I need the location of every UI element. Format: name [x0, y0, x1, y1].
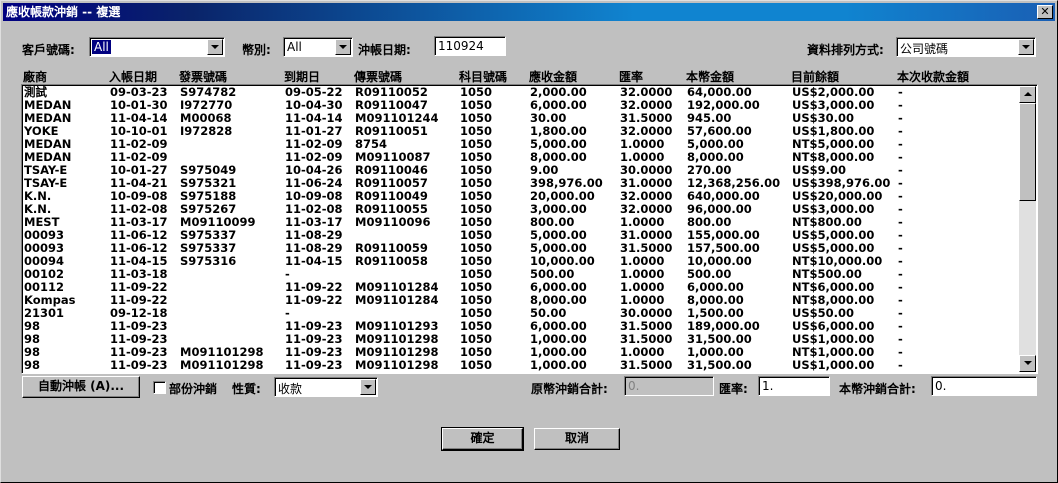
table-row[interactable]: 98 11-09-23 M091101298 11-09-23 M091101298 10… [24, 359, 1019, 372]
title-bar[interactable]: 應收帳款沖銷 -- 複選 ✕ [3, 3, 1055, 21]
auto-writeoff-button[interactable]: 自動沖帳 (A)... [22, 376, 140, 398]
table-row[interactable]: K.N. 11-02-08 S975267 11-02-08 R09110055 1050… [24, 203, 1019, 216]
local-total-field[interactable]: 0. [931, 376, 1037, 396]
chevron-down-icon[interactable] [1018, 39, 1034, 55]
header-account[interactable]: 科目號碼 [459, 68, 507, 85]
chevron-down-icon[interactable] [360, 379, 376, 395]
cell-voucher: M091101298 [355, 358, 439, 372]
currency-value: All [287, 40, 302, 54]
cell-invoice: S975316 [180, 254, 237, 268]
nature-combo[interactable]: 收款 [274, 377, 378, 397]
header-invoice[interactable]: 發票號碼 [179, 68, 227, 85]
orig-total-field: 0. [624, 376, 714, 396]
table-header: 廠商 入帳日期 發票號碼 到期日 傳票號碼 科目號碼 應收金額 匯率 本幣金額 … [23, 68, 1023, 85]
cell-due-date: 11-04-15 [285, 254, 343, 268]
table-row[interactable]: MEDAN 11-02-09 11-02-09 M09110087 1050 8,000.… [24, 151, 1019, 164]
rate-label: 匯率: [719, 382, 748, 396]
close-icon: ✕ [1040, 5, 1050, 18]
cell-vendor: 98 [24, 358, 41, 372]
header-receivable[interactable]: 應收金額 [529, 68, 577, 85]
table-body: 測試 09-03-23 S974782 09-05-22 R09110052 1050 2,… [24, 86, 1019, 372]
header-voucher[interactable]: 傳票號碼 [354, 68, 402, 85]
sort-label: 資料排列方式: [807, 43, 884, 57]
cell-voucher: R09110058 [355, 254, 428, 268]
chevron-down-icon[interactable] [335, 39, 351, 55]
cell-invoice: I972828 [180, 124, 233, 138]
cell-local-amount: 31,500.00 [687, 358, 752, 372]
cell-due-date: 11-09-22 [285, 293, 343, 307]
dialog-window: 應收帳款沖銷 -- 複選 ✕ 客戶號碼: All 幣別: All 沖帳日期: 1… [0, 0, 1058, 483]
cell-voucher: M09110096 [355, 215, 431, 229]
scroll-thumb[interactable] [1019, 103, 1036, 201]
customer-label: 客戶號碼: [22, 43, 75, 57]
local-total-label: 本幣沖銷合計: [839, 382, 916, 396]
date-label: 沖帳日期: [358, 43, 411, 57]
cell-invoice: M091101298 [180, 358, 264, 372]
window-title: 應收帳款沖銷 -- 複選 [6, 5, 121, 19]
cell-account: 1050 [460, 358, 493, 372]
partial-writeoff-checkbox[interactable] [153, 381, 166, 394]
partial-writeoff-label: 部份沖銷 [169, 382, 218, 396]
customer-value: All [92, 40, 111, 54]
sort-value: 公司號碼 [900, 42, 949, 56]
table-row[interactable]: Kompas 11-09-22 11-09-22 M091101284 1050 8,00… [24, 294, 1019, 307]
cell-receivable: 1,000.00 [530, 358, 587, 372]
nature-label: 性質: [232, 382, 261, 396]
header-local-amount[interactable]: 本幣金額 [686, 68, 734, 85]
scroll-up-icon[interactable] [1019, 86, 1036, 103]
sort-combo[interactable]: 公司號碼 [896, 37, 1036, 57]
customer-combo[interactable]: All [89, 37, 225, 57]
cell-rate: 31.5000 [620, 358, 673, 372]
table-row[interactable]: MEDAN 10-01-30 I972770 10-04-30 R09110047 105… [24, 99, 1019, 112]
close-button[interactable]: ✕ [1037, 5, 1053, 19]
cell-due-date: 11-09-23 [285, 358, 343, 372]
header-vendor[interactable]: 廠商 [23, 68, 47, 85]
cancel-button[interactable]: 取消 [534, 428, 620, 450]
ok-button[interactable]: 確定 [441, 427, 524, 451]
header-this-payment[interactable]: 本次收款金額 [897, 68, 969, 85]
currency-combo[interactable]: All [283, 37, 353, 57]
orig-total-label: 原幣沖銷合計: [531, 382, 608, 396]
nature-value: 收款 [278, 382, 303, 396]
header-post-date[interactable]: 入帳日期 [109, 68, 157, 85]
vertical-scrollbar[interactable] [1019, 86, 1036, 372]
date-input[interactable]: 110924 [434, 36, 506, 56]
chevron-down-icon[interactable] [207, 39, 223, 55]
table-row[interactable]: 00094 11-04-15 S975316 11-04-15 R09110058 105… [24, 255, 1019, 268]
header-due-date[interactable]: 到期日 [284, 68, 320, 85]
cell-post-date: 11-09-23 [110, 358, 168, 372]
scroll-down-icon[interactable] [1019, 355, 1036, 372]
records-table[interactable]: 測試 09-03-23 S974782 09-05-22 R09110052 1050 2,… [21, 84, 1038, 374]
header-rate[interactable]: 匯率 [619, 68, 643, 85]
header-balance[interactable]: 目前餘額 [791, 68, 839, 85]
rate-input[interactable]: 1. [758, 376, 830, 396]
currency-label: 幣別: [242, 43, 271, 57]
cell-voucher: M091101284 [355, 293, 439, 307]
cell-this-payment: - [898, 358, 903, 372]
cell-balance: US$1,000.00 [792, 358, 875, 372]
